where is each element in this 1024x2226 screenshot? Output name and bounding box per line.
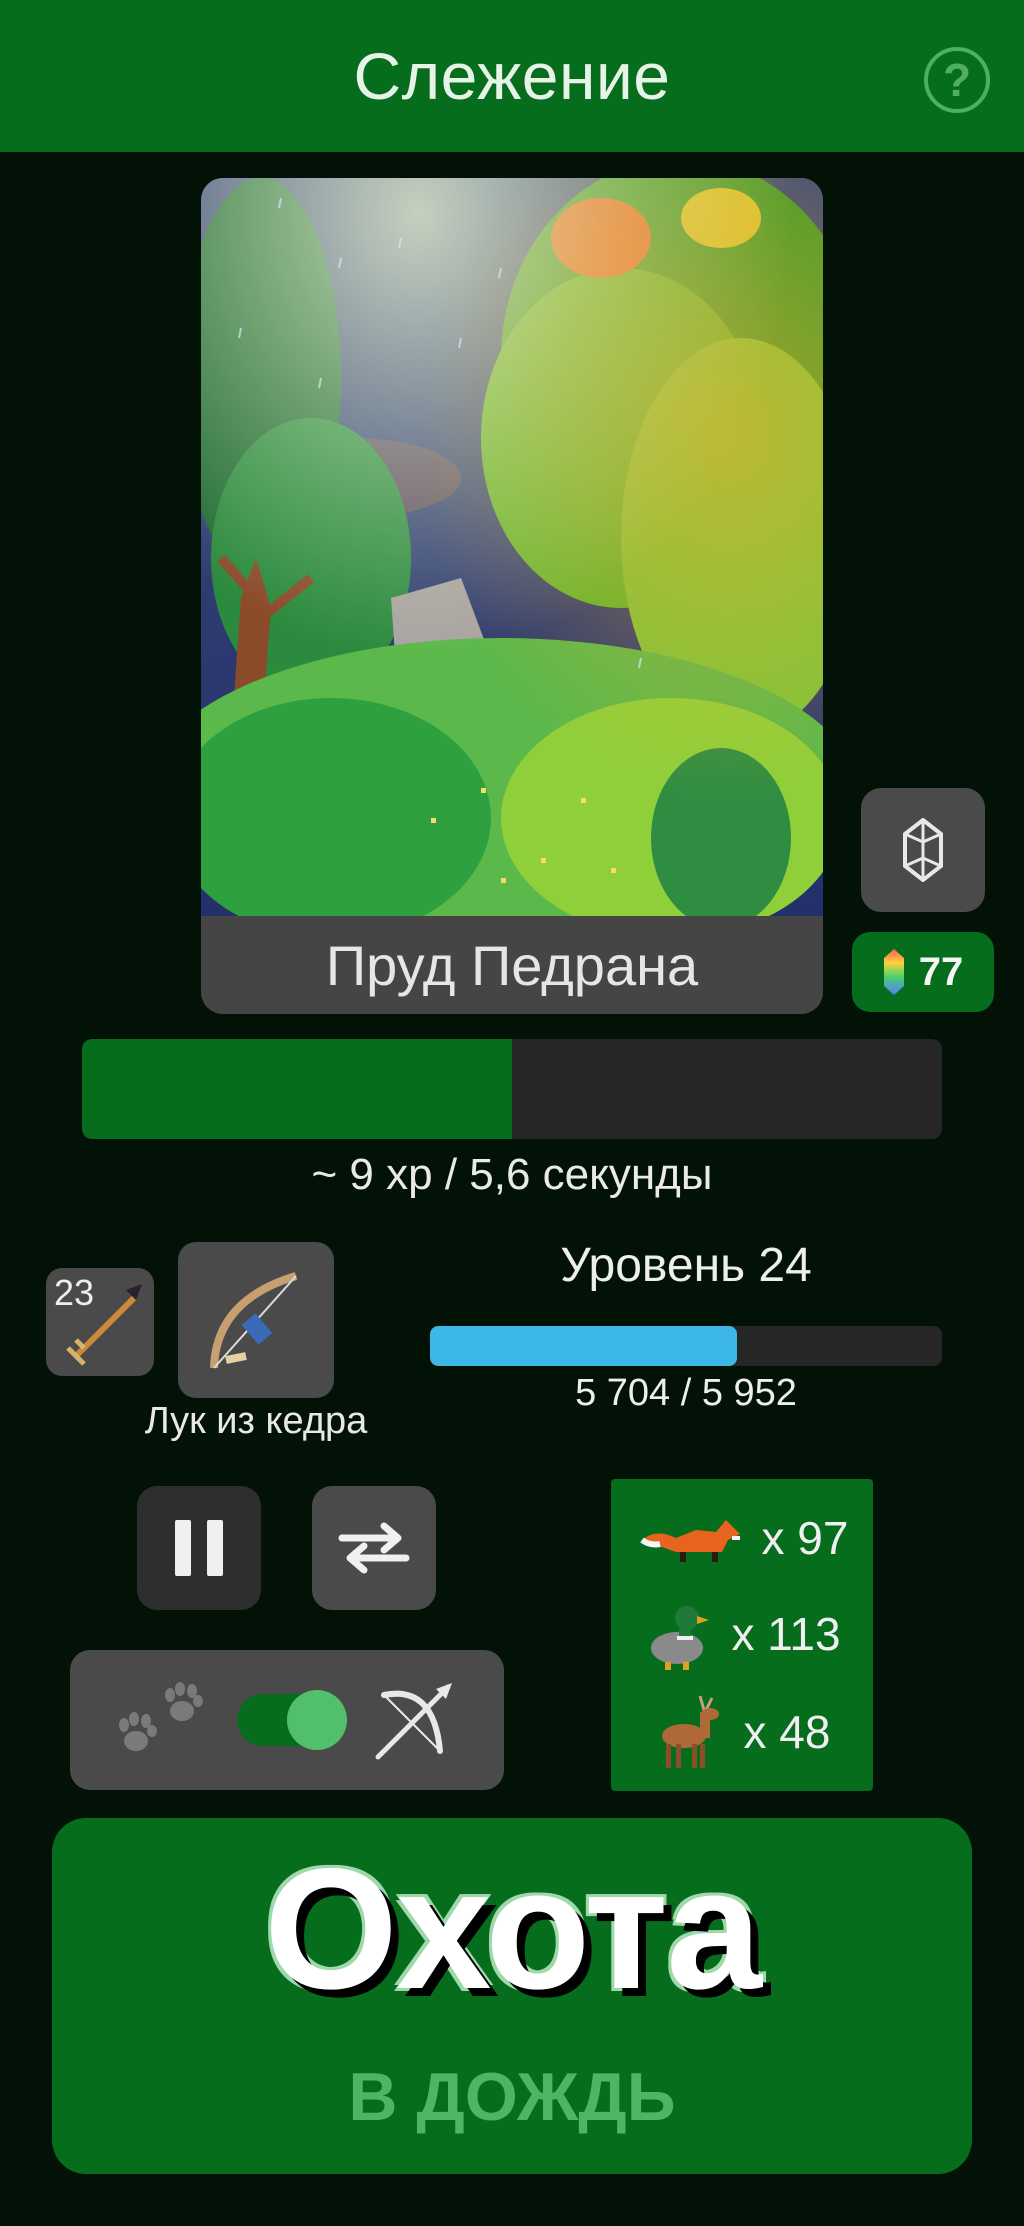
level-progress-bar (430, 1326, 942, 1366)
hunt-mode-toggle[interactable] (236, 1690, 347, 1750)
tracking-progress-bar (82, 1039, 942, 1139)
crystal-icon (903, 818, 943, 882)
location-name: Пруд Педрана (201, 916, 823, 1014)
hunt-mode-panel (70, 1650, 504, 1790)
hunt-button-title: Охота (264, 1833, 762, 2025)
weapon-slot[interactable] (178, 1242, 334, 1398)
swap-button[interactable] (312, 1486, 436, 1610)
ammo-slot[interactable]: 23 (46, 1268, 154, 1376)
question-circle-icon: ? (942, 54, 972, 106)
top-bar: Слежение ? (0, 0, 1024, 152)
tracking-progress-fill (82, 1039, 512, 1139)
catch-row-duck: x 113 (611, 1589, 873, 1679)
level-progress-fill (430, 1326, 738, 1366)
gem-counter: 77 (852, 932, 994, 1012)
catch-row-deer: x 48 (611, 1687, 873, 1777)
swap-arrows-icon (338, 1522, 410, 1574)
cedar-bow-icon (210, 1272, 298, 1369)
bow-arrow-icon (375, 1683, 453, 1760)
pause-button[interactable] (137, 1486, 261, 1610)
arrow-icon (66, 1284, 142, 1366)
location-card: Пруд Педрана (201, 178, 823, 1014)
page-title: Слежение (353, 39, 671, 113)
level-xp-text: 5 704 / 5 952 (575, 1372, 797, 1414)
duck-icon (651, 1606, 710, 1670)
weapon-name: Лук из кедра (144, 1400, 368, 1442)
toggle-knob (286, 1690, 347, 1750)
deer-icon (661, 1695, 719, 1768)
hunt-button-subtitle: в дождь (348, 2059, 676, 2135)
location-scene-image (201, 178, 823, 916)
fox-count: x 97 (761, 1512, 849, 1564)
deer-count: x 48 (743, 1706, 831, 1758)
level-title: Уровень 24 (560, 1239, 812, 1292)
crystal-button[interactable] (861, 788, 985, 912)
catch-row-fox: x 97 (611, 1493, 873, 1583)
xp-rate-text: ~ 9 xp / 5,6 секунды (311, 1150, 713, 1199)
fox-icon (639, 1520, 740, 1562)
pause-icon (175, 1520, 223, 1576)
gem-count: 77 (918, 949, 964, 994)
catch-counter-panel: x 97 x 113 x 48 (611, 1479, 873, 1791)
help-button[interactable]: ? (924, 47, 990, 113)
duck-count: x 113 (731, 1608, 841, 1660)
hunt-button[interactable]: Охота в дождь (52, 1818, 972, 2174)
paw-prints-icon (118, 1682, 203, 1751)
rainbow-gem-icon (883, 949, 904, 995)
